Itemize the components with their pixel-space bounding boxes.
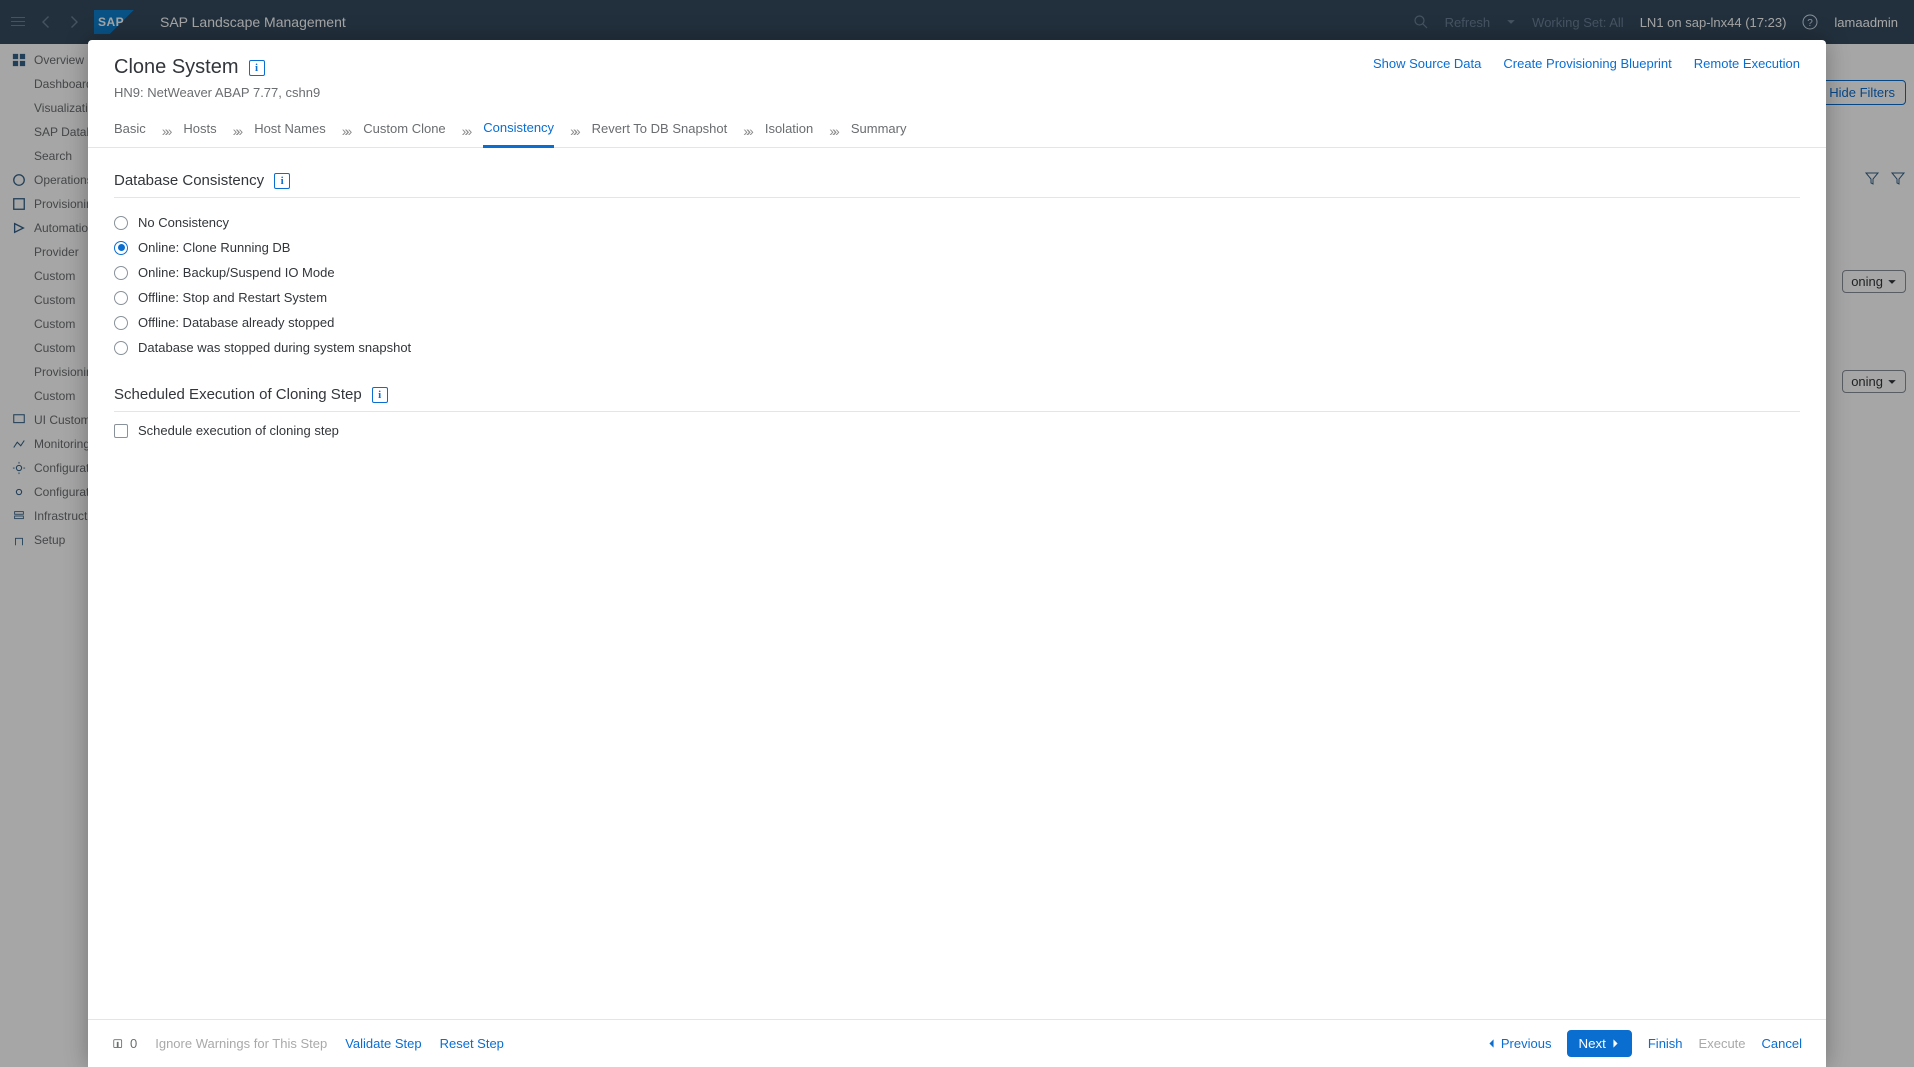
tab-revert[interactable]: Revert To DB Snapshot	[592, 115, 728, 146]
consistency-radio-group: No Consistency Online: Clone Running DB …	[114, 204, 1800, 366]
dialog-header: Clone Systemi HN9: NetWeaver ABAP 7.77, …	[88, 40, 1826, 100]
ignore-warnings-link: Ignore Warnings for This Step	[155, 1036, 327, 1051]
radio-offline-stopped[interactable]: Offline: Database already stopped	[114, 310, 1800, 335]
chevron-icon: »»	[568, 123, 578, 139]
radio-no-consistency[interactable]: No Consistency	[114, 210, 1800, 235]
wizard-tabs: Basic »» Hosts »» Host Names »» Custom C…	[88, 100, 1826, 148]
chevron-icon: »»	[827, 123, 837, 139]
radio-online-backup[interactable]: Online: Backup/Suspend IO Mode	[114, 260, 1800, 285]
tab-host-names[interactable]: Host Names	[254, 115, 326, 146]
tab-summary[interactable]: Summary	[851, 115, 907, 146]
chevron-icon: »»	[460, 123, 470, 139]
dialog-subtitle: HN9: NetWeaver ABAP 7.77, cshn9	[114, 85, 1800, 100]
tab-basic[interactable]: Basic	[114, 115, 146, 146]
radio-offline-stop[interactable]: Offline: Stop and Restart System	[114, 285, 1800, 310]
radio-icon	[114, 341, 128, 355]
tab-isolation[interactable]: Isolation	[765, 115, 813, 146]
info-icon[interactable]: i	[372, 387, 388, 403]
radio-icon	[114, 316, 128, 330]
chevron-icon: »»	[340, 123, 350, 139]
warning-count[interactable]: 0	[112, 1036, 137, 1051]
execute-button: Execute	[1699, 1036, 1746, 1051]
chevron-icon: »»	[231, 123, 241, 139]
dialog-actions: Show Source Data Create Provisioning Blu…	[1373, 56, 1800, 71]
next-button[interactable]: Next	[1567, 1030, 1631, 1057]
dialog-footer: 0 Ignore Warnings for This Step Validate…	[88, 1019, 1826, 1067]
radio-icon	[114, 291, 128, 305]
checkbox-schedule-execution[interactable]: Schedule execution of cloning step	[114, 418, 1800, 443]
info-icon[interactable]: i	[249, 60, 265, 76]
show-source-data-link[interactable]: Show Source Data	[1373, 56, 1481, 71]
checkbox-icon	[114, 424, 128, 438]
remote-execution-link[interactable]: Remote Execution	[1694, 56, 1800, 71]
chevron-icon: »»	[741, 123, 751, 139]
validate-step-link[interactable]: Validate Step	[345, 1036, 421, 1051]
clone-system-dialog: Clone Systemi HN9: NetWeaver ABAP 7.77, …	[88, 40, 1826, 1067]
tab-consistency[interactable]: Consistency	[483, 114, 554, 148]
dialog-body: Database Consistency i No Consistency On…	[88, 148, 1826, 1019]
tab-custom-clone[interactable]: Custom Clone	[363, 115, 445, 146]
section-scheduled-execution: Scheduled Execution of Cloning Step i	[114, 380, 1800, 412]
tab-hosts[interactable]: Hosts	[183, 115, 216, 146]
cancel-button[interactable]: Cancel	[1762, 1036, 1802, 1051]
radio-icon	[114, 241, 128, 255]
info-icon[interactable]: i	[274, 173, 290, 189]
section-database-consistency: Database Consistency i	[114, 166, 1800, 198]
radio-icon	[114, 216, 128, 230]
chevron-icon: »»	[160, 123, 170, 139]
radio-icon	[114, 266, 128, 280]
finish-button[interactable]: Finish	[1648, 1036, 1683, 1051]
create-blueprint-link[interactable]: Create Provisioning Blueprint	[1503, 56, 1671, 71]
radio-snapshot[interactable]: Database was stopped during system snaps…	[114, 335, 1800, 360]
radio-online-clone[interactable]: Online: Clone Running DB	[114, 235, 1800, 260]
reset-step-link[interactable]: Reset Step	[440, 1036, 504, 1051]
previous-button[interactable]: Previous	[1486, 1036, 1552, 1051]
